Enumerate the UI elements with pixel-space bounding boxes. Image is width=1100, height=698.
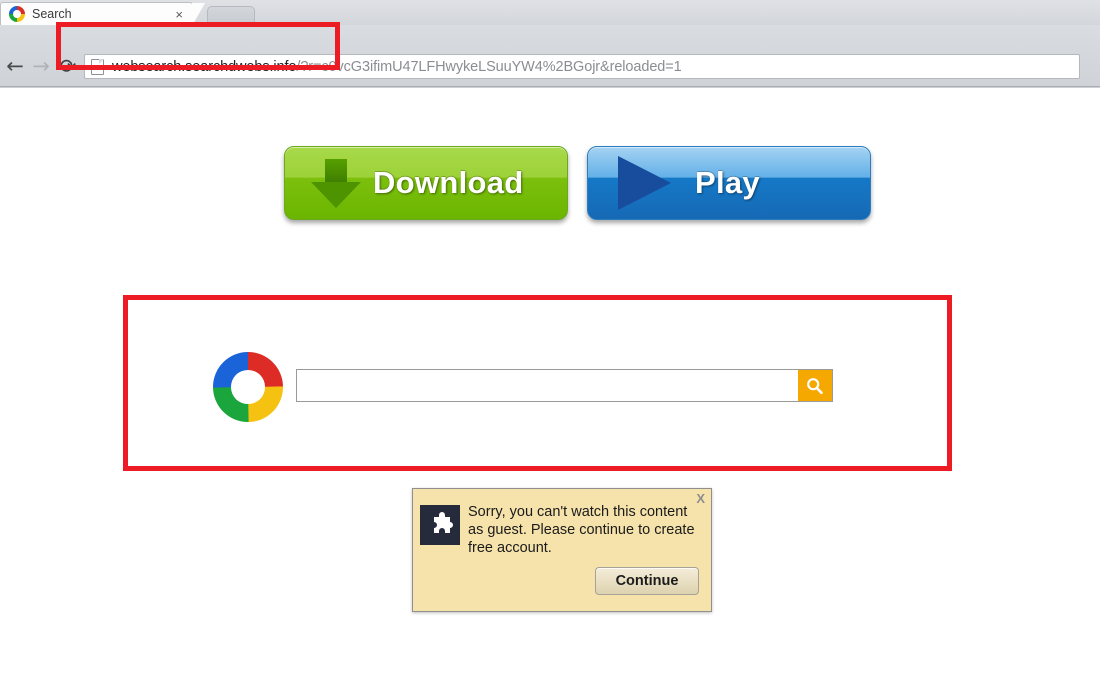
- browser-chrome: Search × ← → ⟳ websearch.searchdwebs.inf…: [0, 0, 1100, 88]
- popup-message: Sorry, you can't watch this content as g…: [468, 504, 695, 556]
- close-icon[interactable]: ×: [172, 8, 186, 21]
- forward-arrow-icon: →: [32, 53, 50, 78]
- document-icon: [91, 58, 104, 75]
- multicolor-ring-icon: [213, 352, 283, 422]
- address-bar[interactable]: websearch.searchdwebs.info/?r=c0vcG3ifim…: [84, 54, 1080, 79]
- browser-toolbar: ← → ⟳ websearch.searchdwebs.info/?r=c0vc…: [0, 25, 1100, 87]
- tab-title: Search: [32, 7, 72, 21]
- download-button[interactable]: Download: [284, 146, 568, 220]
- forward-button[interactable]: →: [28, 53, 54, 79]
- url-query: /?r=c0vcG3ifimU47LFHwykeLSuuYW4%2BGojr&r…: [296, 58, 682, 75]
- search-submit-button[interactable]: [798, 370, 832, 401]
- download-button-label: Download: [373, 165, 524, 200]
- reload-icon: ⟳: [59, 54, 77, 78]
- play-button-label: Play: [695, 165, 760, 200]
- multicolor-ring-icon: [9, 6, 25, 22]
- browser-tab-search[interactable]: Search ×: [0, 2, 205, 26]
- new-tab-button[interactable]: [207, 6, 255, 25]
- guest-restriction-popup: X Sorry, you can't watch this content as…: [412, 488, 712, 612]
- search-input[interactable]: [296, 369, 833, 402]
- magnifier-icon: [807, 377, 823, 394]
- continue-button[interactable]: Continue: [595, 567, 699, 595]
- url-host: websearch.searchdwebs.info: [112, 58, 297, 75]
- tab-strip: Search ×: [0, 0, 1100, 26]
- back-button[interactable]: ←: [2, 53, 28, 79]
- play-button[interactable]: Play: [587, 146, 871, 220]
- reload-button[interactable]: ⟳: [55, 53, 81, 79]
- page-content: Download Play X Sorry, you can't watch t…: [0, 88, 1100, 698]
- puzzle-piece-icon: [420, 505, 460, 545]
- url-text: websearch.searchdwebs.info/?r=c0vcG3ifim…: [112, 59, 682, 75]
- down-arrow-icon: [311, 157, 361, 209]
- play-triangle-icon: [618, 156, 671, 210]
- back-arrow-icon: ←: [6, 53, 24, 78]
